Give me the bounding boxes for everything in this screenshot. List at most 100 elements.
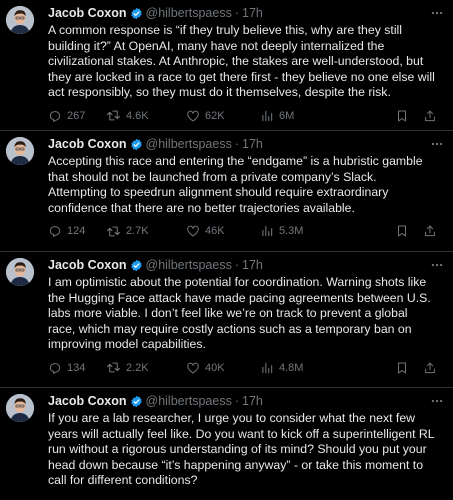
bookmark-icon	[395, 224, 409, 238]
author-name[interactable]: Jacob Coxon	[48, 394, 127, 408]
dot-separator: ·	[234, 6, 240, 20]
verified-badge-icon	[130, 138, 143, 151]
reply-bubble-icon	[48, 224, 62, 238]
like-button[interactable]: 46K	[186, 224, 260, 238]
avatar[interactable]	[6, 6, 34, 34]
like-count: 62K	[205, 109, 225, 122]
share-upload-icon	[423, 224, 437, 238]
views-bar-chart-icon	[260, 109, 274, 123]
more-horizontal-icon[interactable]	[430, 258, 444, 272]
reply-button[interactable]: 134	[48, 361, 106, 375]
avatar-image	[6, 258, 34, 286]
tweet-text: I am optimistic about the potential for …	[48, 275, 431, 351]
views-button[interactable]: 6M	[260, 109, 320, 123]
bookmark-icon	[395, 109, 409, 123]
tweet-header: Jacob Coxon @hilbertspaess · 17h	[48, 256, 445, 274]
retweet-button[interactable]: 2.2K	[106, 360, 186, 375]
reply-count: 124	[67, 225, 86, 237]
heart-icon	[186, 361, 200, 375]
reply-bubble-icon	[48, 109, 62, 123]
tweet-content: Jacob Coxon @hilbertspaess · 17h A commo…	[40, 4, 445, 130]
retweet-arrows-icon	[106, 224, 121, 239]
heart-icon	[186, 109, 200, 123]
like-count: 40K	[205, 361, 225, 374]
like-button[interactable]: 62K	[186, 109, 260, 123]
bookmark-icon	[395, 361, 409, 375]
more-horizontal-icon[interactable]	[430, 394, 444, 408]
tweet[interactable]: Jacob Coxon @hilbertspaess · 17h A commo…	[0, 0, 453, 130]
heart-icon	[186, 224, 200, 238]
author-name[interactable]: Jacob Coxon	[48, 6, 127, 20]
share-button[interactable]	[423, 109, 437, 123]
tweet-text: Accepting this race and entering the “en…	[48, 154, 423, 215]
tweet-timestamp[interactable]: 17h	[242, 6, 263, 20]
avatar-image	[6, 394, 34, 422]
tweet-actions: 134 2.2K 40K 4.8M	[48, 353, 445, 383]
views-count: 6M	[279, 109, 295, 122]
dot-separator: ·	[234, 137, 240, 151]
reply-button[interactable]: 267	[48, 109, 106, 123]
tweet-timestamp[interactable]: 17h	[242, 258, 263, 272]
views-count: 4.8M	[279, 361, 304, 374]
avatar[interactable]	[6, 394, 34, 422]
avatar-image	[6, 6, 34, 34]
views-button[interactable]: 4.8M	[260, 361, 320, 375]
author-handle[interactable]: @hilbertspaess	[146, 6, 232, 20]
avatar-column	[6, 256, 40, 387]
like-button[interactable]: 40K	[186, 361, 260, 375]
bookmark-button[interactable]	[395, 224, 409, 238]
tweet-actions: 124 2.7K 46K 5.3M	[48, 216, 445, 246]
views-bar-chart-icon	[260, 361, 274, 375]
tweet-timestamp[interactable]: 17h	[242, 394, 263, 408]
retweet-count: 2.2K	[126, 361, 149, 374]
share-button[interactable]	[423, 224, 437, 238]
tweet-actions: 267 4.6K 62K 6M	[48, 101, 445, 131]
like-count: 46K	[205, 225, 225, 237]
tweet-header: Jacob Coxon @hilbertspaess · 17h	[48, 4, 445, 22]
bookmark-button[interactable]	[395, 361, 409, 375]
tweet-content: Jacob Coxon @hilbertspaess · 17h Accepti…	[40, 135, 445, 251]
tweet-content: Jacob Coxon @hilbertspaess · 17h If you …	[40, 392, 445, 500]
author-handle[interactable]: @hilbertspaess	[146, 137, 232, 151]
verified-badge-icon	[130, 7, 143, 20]
tweet-text: A common response is “if they truly beli…	[48, 23, 435, 99]
reply-count: 267	[67, 109, 86, 122]
tweet[interactable]: Jacob Coxon @hilbertspaess · 17h I am op…	[0, 251, 453, 387]
avatar-column	[6, 392, 40, 500]
bookmark-button[interactable]	[395, 109, 409, 123]
retweet-button[interactable]: 2.7K	[106, 224, 186, 239]
author-name[interactable]: Jacob Coxon	[48, 258, 127, 272]
more-horizontal-icon[interactable]	[430, 6, 444, 20]
tweet-content: Jacob Coxon @hilbertspaess · 17h I am op…	[40, 256, 445, 387]
retweet-arrows-icon	[106, 108, 121, 123]
tweet[interactable]: Jacob Coxon @hilbertspaess · 17h If you …	[0, 387, 453, 500]
share-button[interactable]	[423, 361, 437, 375]
retweet-button[interactable]: 4.6K	[106, 108, 186, 123]
dot-separator: ·	[234, 394, 240, 408]
author-handle[interactable]: @hilbertspaess	[146, 394, 232, 408]
author-name[interactable]: Jacob Coxon	[48, 137, 127, 151]
verified-badge-icon	[130, 259, 143, 272]
reply-button[interactable]: 124	[48, 224, 106, 238]
tweet[interactable]: Jacob Coxon @hilbertspaess · 17h Accepti…	[0, 130, 453, 251]
retweet-count: 4.6K	[126, 109, 149, 122]
dot-separator: ·	[234, 258, 240, 272]
views-bar-chart-icon	[260, 224, 274, 238]
avatar[interactable]	[6, 137, 34, 165]
share-upload-icon	[423, 109, 437, 123]
tweet-header: Jacob Coxon @hilbertspaess · 17h	[48, 135, 445, 153]
more-horizontal-icon[interactable]	[430, 137, 444, 151]
tweet-header: Jacob Coxon @hilbertspaess · 17h	[48, 392, 445, 410]
tweet-timestamp[interactable]: 17h	[242, 137, 263, 151]
thread-timeline: Jacob Coxon @hilbertspaess · 17h A commo…	[0, 0, 453, 500]
avatar-column	[6, 135, 40, 251]
share-upload-icon	[423, 361, 437, 375]
views-button[interactable]: 5.3M	[260, 224, 320, 238]
reply-count: 134	[67, 361, 86, 374]
retweet-count: 2.7K	[126, 225, 149, 237]
views-count: 5.3M	[279, 225, 304, 237]
author-handle[interactable]: @hilbertspaess	[146, 258, 232, 272]
avatar[interactable]	[6, 258, 34, 286]
retweet-arrows-icon	[106, 360, 121, 375]
avatar-image	[6, 137, 34, 165]
